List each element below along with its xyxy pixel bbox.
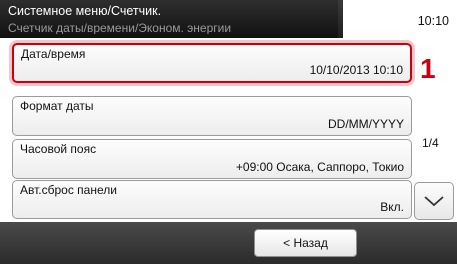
setting-item-time-zone[interactable]: Часовой пояс +09:00 Осака, Саппоро, Токи… bbox=[12, 139, 412, 179]
setting-value: 10/10/2013 10:10 bbox=[309, 63, 403, 77]
touch-panel-screen: Системное меню/Счетчик. Счетчик даты/вре… bbox=[0, 0, 457, 264]
clock-area: 10:10 bbox=[343, 0, 457, 38]
screen-subtitle: Счетчик даты/времени/Эконом. энергии bbox=[8, 21, 232, 34]
scroll-down-button[interactable] bbox=[414, 182, 454, 220]
setting-item-date-format[interactable]: Формат даты DD/MM/YYYY bbox=[12, 96, 412, 136]
screen-title: Системное меню/Счетчик. bbox=[8, 4, 162, 18]
setting-value: +09:00 Осака, Саппоро, Токио bbox=[235, 160, 404, 174]
setting-value: DD/MM/YYYY bbox=[327, 117, 404, 131]
footer-bar: < Назад bbox=[0, 222, 457, 264]
callout-number: 1 bbox=[420, 53, 436, 84]
page-indicator: 1/4 bbox=[422, 136, 439, 150]
setting-item-panel-auto-reset[interactable]: Авт.сброс панели Вкл. bbox=[12, 180, 412, 219]
back-button[interactable]: < Назад bbox=[254, 229, 357, 257]
setting-label: Авт.сброс панели bbox=[20, 183, 117, 197]
settings-list: Дата/время 10/10/2013 10:10 1 Формат дат… bbox=[0, 38, 457, 226]
setting-label: Часовой пояс bbox=[20, 142, 97, 156]
setting-label: Формат даты bbox=[20, 99, 94, 113]
setting-label: Дата/время bbox=[21, 47, 86, 61]
title-area: Системное меню/Счетчик. Счетчик даты/вре… bbox=[0, 0, 338, 38]
clock-time: 10:10 bbox=[417, 14, 449, 28]
setting-item-date-time[interactable]: Дата/время 10/10/2013 10:10 bbox=[12, 43, 412, 83]
chevron-down-icon bbox=[424, 196, 444, 207]
setting-value: Вкл. bbox=[380, 200, 404, 214]
header-bar: Системное меню/Счетчик. Счетчик даты/вре… bbox=[0, 0, 457, 38]
